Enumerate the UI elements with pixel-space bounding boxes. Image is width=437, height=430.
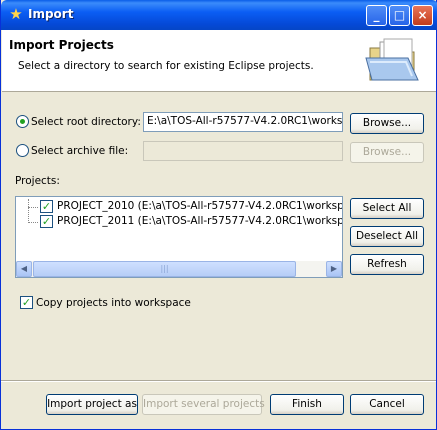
- open-folder-icon: [365, 38, 419, 81]
- project-checkbox[interactable]: ✓: [40, 215, 53, 228]
- root-directory-radio[interactable]: [16, 115, 29, 128]
- maximize-icon: □: [393, 8, 406, 22]
- horizontal-scrollbar[interactable]: ◀ ||| ▶: [16, 261, 342, 277]
- root-directory-label: Select root directory:: [31, 116, 141, 128]
- root-directory-input[interactable]: E:\a\TOS-All-r57577-V4.2.0RC1\workspace: [143, 112, 343, 132]
- minimize-icon: _: [373, 8, 380, 22]
- copy-projects-checkbox[interactable]: ✓: [20, 296, 33, 309]
- tree-connector: [28, 207, 38, 208]
- banner-description: Select a directory to search for existin…: [18, 60, 314, 72]
- scroll-right-icon[interactable]: ▶: [326, 261, 342, 277]
- cancel-button[interactable]: Cancel: [350, 394, 424, 415]
- project-checkbox[interactable]: ✓: [40, 200, 53, 213]
- minimize-button[interactable]: _: [366, 5, 387, 26]
- project-label: PROJECT_2010 (E:\a\TOS-All-r57577-V4.2.0…: [57, 200, 342, 212]
- select-all-button[interactable]: Select All: [350, 198, 424, 219]
- tree-connector: [28, 222, 38, 223]
- star-icon: ★: [9, 5, 23, 23]
- archive-file-input[interactable]: [143, 141, 343, 161]
- projects-label: Projects:: [15, 175, 60, 187]
- close-button[interactable]: ×: [412, 5, 433, 26]
- archive-file-label: Select archive file:: [31, 145, 129, 157]
- import-dialog: ★ Import _ □ × Import Projects Select a …: [0, 0, 437, 430]
- close-icon: ×: [417, 8, 428, 22]
- scroll-left-icon[interactable]: ◀: [16, 261, 32, 277]
- window-title: Import: [28, 7, 74, 21]
- banner-title: Import Projects: [9, 38, 114, 52]
- archive-file-radio[interactable]: [16, 144, 29, 157]
- deselect-all-button[interactable]: Deselect All: [350, 226, 424, 247]
- title-bar[interactable]: ★ Import _ □ ×: [1, 0, 437, 30]
- archive-browse-button[interactable]: Browse...: [350, 142, 424, 163]
- projects-list[interactable]: ✓ PROJECT_2010 (E:\a\TOS-All-r57577-V4.2…: [15, 196, 343, 278]
- scrollbar-thumb[interactable]: |||: [33, 261, 296, 277]
- refresh-button[interactable]: Refresh: [350, 254, 424, 275]
- import-several-projects-button[interactable]: Import several projects: [142, 394, 265, 415]
- root-browse-button[interactable]: Browse...: [350, 113, 424, 134]
- import-project-as-button[interactable]: Import project as: [46, 394, 138, 415]
- project-label: PROJECT_2011 (E:\a\TOS-All-r57577-V4.2.0…: [57, 215, 342, 227]
- maximize-button[interactable]: □: [389, 5, 410, 26]
- tree-connector: [28, 199, 29, 221]
- finish-button[interactable]: Finish: [270, 394, 344, 415]
- header-banner: Import Projects Select a directory to se…: [2, 30, 436, 92]
- footer-divider: [1, 380, 436, 382]
- copy-projects-label: Copy projects into workspace: [36, 297, 191, 309]
